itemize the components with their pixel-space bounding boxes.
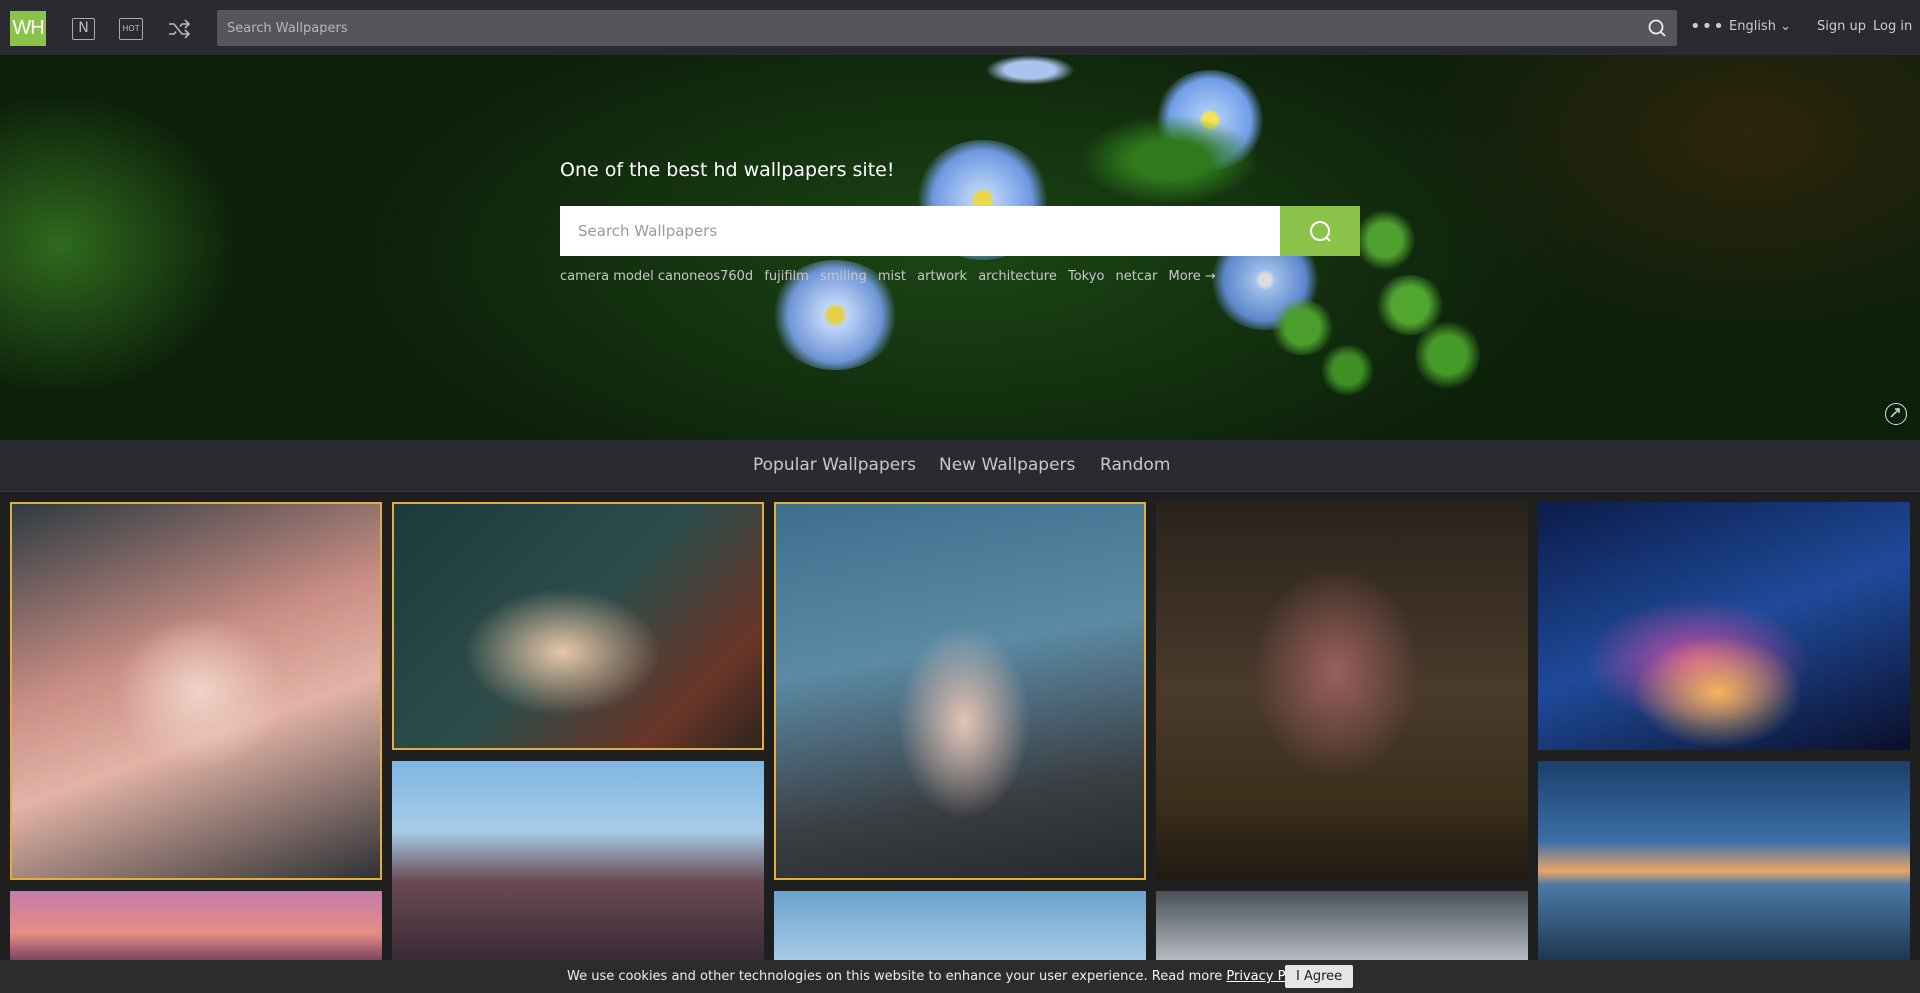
wallpaper-tabs: Popular Wallpapers New Wallpapers Random — [0, 440, 1920, 492]
wallpaper-thumbnail[interactable] — [1538, 502, 1910, 750]
tag-list: camera model canoneos760d fujifilm smili… — [560, 269, 1223, 284]
hero-title: One of the best hd wallpapers site! — [560, 159, 895, 181]
site-logo[interactable]: WH — [10, 11, 46, 46]
more-tags-link[interactable]: More → — [1168, 269, 1215, 284]
wallpaper-thumbnail[interactable] — [10, 502, 382, 880]
tab-popular[interactable]: Popular Wallpapers — [753, 455, 916, 475]
wallpaper-thumbnail[interactable] — [392, 502, 764, 750]
new-icon[interactable]: N — [72, 18, 95, 40]
tag-link[interactable]: mist — [878, 269, 906, 284]
hero-banner: One of the best hd wallpapers site! came… — [0, 55, 1920, 440]
wallpaper-thumbnail[interactable] — [10, 891, 382, 961]
top-search-input[interactable] — [217, 10, 1637, 46]
cookie-text: We use cookies and other technologies on… — [567, 969, 1223, 984]
tag-link[interactable]: fujifilm — [764, 269, 809, 284]
hot-icon[interactable]: HOT — [119, 18, 143, 40]
agree-button[interactable]: I Agree — [1285, 965, 1354, 988]
tab-new[interactable]: New Wallpapers — [939, 455, 1075, 475]
wallpaper-thumbnail[interactable] — [1156, 502, 1528, 880]
signup-link[interactable]: Sign up — [1817, 19, 1866, 34]
cookie-message: We use cookies and other technologies on… — [567, 969, 1317, 984]
hero-search-box — [560, 206, 1360, 256]
more-icon[interactable]: ••• — [1690, 17, 1724, 37]
language-select[interactable]: English ⌄ — [1729, 19, 1791, 34]
tag-link[interactable]: artwork — [917, 269, 967, 284]
flower-image — [985, 55, 1075, 85]
hero-search-input[interactable] — [560, 206, 1280, 256]
tag-link[interactable]: Tokyo — [1068, 269, 1104, 284]
wallpaper-thumbnail[interactable] — [1538, 761, 1910, 961]
tag-link[interactable]: architecture — [978, 269, 1057, 284]
tag-link[interactable]: netcar — [1116, 269, 1158, 284]
tab-random[interactable]: Random — [1100, 455, 1170, 475]
tag-link[interactable]: camera model canoneos760d — [560, 269, 753, 284]
stem-image — [1080, 115, 1260, 205]
cookie-banner: We use cookies and other technologies on… — [0, 960, 1920, 993]
top-search-box — [217, 10, 1677, 46]
hero-search-button[interactable] — [1280, 206, 1360, 256]
login-link[interactable]: Log in — [1873, 19, 1912, 34]
bud-image — [1320, 345, 1375, 395]
bud-image — [1270, 300, 1335, 355]
top-navbar: WH N HOT ••• English ⌄ Sign up Log in — [0, 0, 1920, 55]
search-icon — [1310, 221, 1331, 242]
search-icon[interactable] — [1647, 18, 1667, 38]
wallpaper-thumbnail[interactable] — [392, 761, 764, 961]
bud-image — [1415, 320, 1480, 390]
wallpaper-thumbnail[interactable] — [774, 502, 1146, 880]
tag-link[interactable]: smiling — [820, 269, 867, 284]
bud-image — [1355, 210, 1415, 270]
shuffle-icon[interactable] — [167, 18, 191, 40]
wallpaper-thumbnail[interactable] — [1156, 891, 1528, 961]
refresh-icon[interactable] — [1885, 403, 1907, 425]
wallpaper-thumbnail[interactable] — [774, 891, 1146, 961]
